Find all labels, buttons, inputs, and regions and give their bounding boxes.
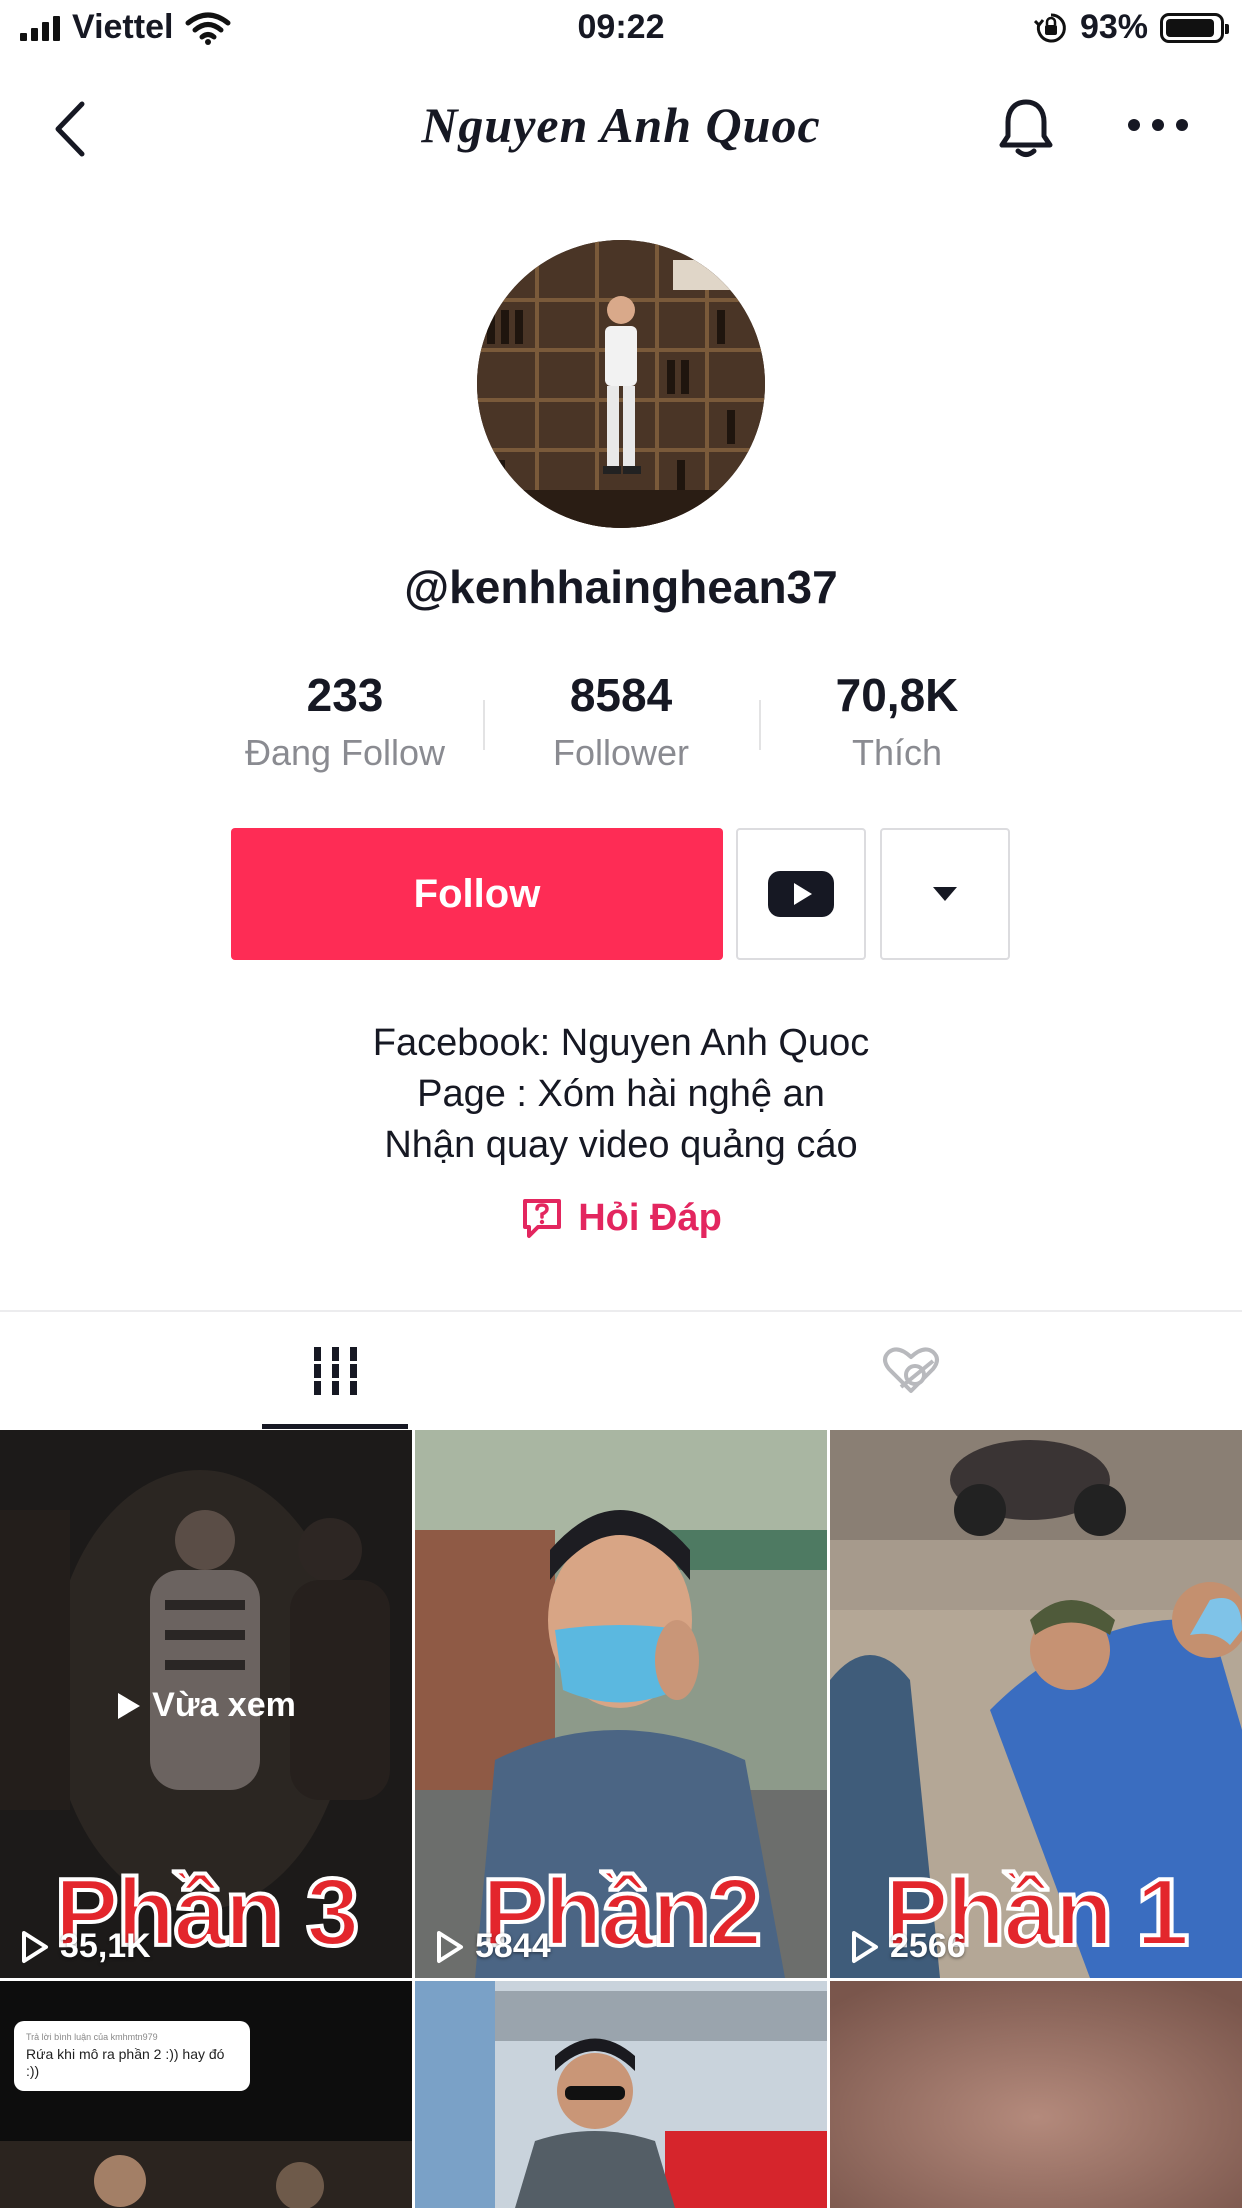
play-outline-icon [852, 1930, 878, 1963]
follow-button[interactable]: Follow [231, 828, 723, 960]
play-outline-icon [22, 1930, 48, 1963]
username-handle: @kenhhainghean37 [404, 561, 838, 613]
suggested-accounts-button[interactable] [880, 828, 1010, 960]
stat-label: Follower [552, 732, 690, 773]
video-thumbnail[interactable]: Phần 1 2566 [830, 1430, 1242, 1978]
liked-hidden-icon [882, 1347, 939, 1393]
view-count: 35,1K [20, 1927, 151, 1966]
video-thumbnail[interactable]: Vừa xem Phần 3 35,1K [0, 1430, 412, 1978]
active-tab-indicator [262, 1424, 408, 1429]
profile-bio: Facebook: Nguyen Anh Quoc Page : Xóm hài… [0, 1018, 1242, 1171]
status-right: 93% [1033, 8, 1229, 47]
stat-following[interactable]: 233 Đang Follow [205, 668, 485, 774]
stat-label: Đang Follow [244, 732, 446, 773]
orientation-lock-icon [1033, 12, 1066, 42]
tab-videos[interactable] [25, 1312, 646, 1430]
stat-label: Thích [851, 732, 943, 773]
caret-down-icon [933, 887, 957, 901]
qa-label: Hỏi Đáp [578, 1196, 722, 1239]
profile-header: Nguyen Anh Quoc [0, 70, 1242, 180]
qa-link[interactable]: Hỏi Đáp [0, 1196, 1242, 1240]
video-grid: Vừa xem Phần 3 35,1K Phần2 5844 Phần 1 2… [0, 1430, 1242, 2208]
video-thumbnail[interactable] [830, 1981, 1242, 2208]
stat-followers[interactable]: 8584 Follower [481, 668, 761, 774]
status-bar: Viettel 09:22 93% [0, 0, 1242, 62]
view-count: 5844 [435, 1927, 551, 1966]
tab-liked[interactable] [600, 1312, 1221, 1430]
stat-likes[interactable]: 70,8K Thích [757, 668, 1037, 774]
youtube-icon [768, 871, 834, 917]
video-thumbnail[interactable]: Trả lời bình luận của kmhmtn979 Rứa khi … [0, 1981, 412, 2208]
bio-line: Facebook: Nguyen Anh Quoc [372, 1022, 870, 1064]
stat-value: 233 [306, 669, 384, 721]
videos-grid-icon [310, 1347, 361, 1395]
battery-icon [1160, 12, 1229, 43]
view-count-value: 5844 [475, 1927, 551, 1965]
youtube-button[interactable] [736, 828, 866, 960]
bell-icon[interactable] [996, 96, 1056, 160]
view-count-value: 35,1K [60, 1927, 151, 1965]
recently-watched-overlay: Vừa xem [0, 1686, 412, 1725]
view-count: 2566 [850, 1927, 966, 1966]
video-thumbnail[interactable]: Phần2 5844 [415, 1430, 827, 1978]
bio-line: Nhận quay video quảng cáo [384, 1124, 858, 1166]
question-chat-icon [523, 1199, 562, 1238]
view-count-value: 2566 [890, 1927, 966, 1965]
avatar[interactable] [477, 240, 765, 528]
play-outline-icon [437, 1930, 463, 1963]
bio-line: Page : Xóm hài nghệ an [417, 1073, 825, 1115]
stat-value: 8584 [569, 669, 673, 721]
play-icon [118, 1692, 141, 1719]
battery-percent: 93% [1079, 8, 1148, 46]
recently-watched-label: Vừa xem [152, 1686, 296, 1724]
video-thumbnail[interactable] [415, 1981, 827, 2208]
stat-value: 70,8K [835, 669, 959, 721]
more-icon[interactable] [1126, 110, 1190, 140]
